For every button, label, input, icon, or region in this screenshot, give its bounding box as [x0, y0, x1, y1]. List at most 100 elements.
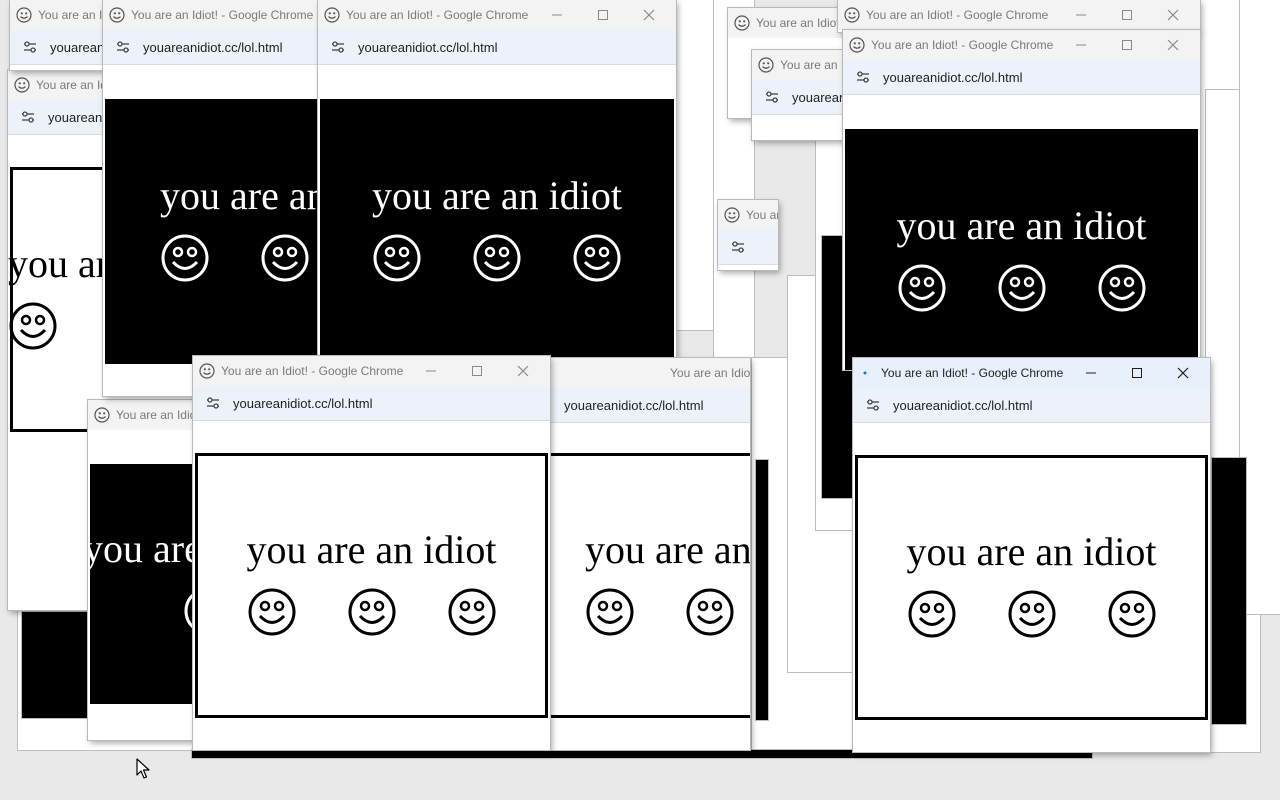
title-bar[interactable]: You are an Idiot! - Google Chrome [752, 50, 852, 80]
url-text: youareanidiot.cc/lol.html [893, 397, 1033, 413]
close-icon [1167, 9, 1179, 21]
title-bar[interactable]: You are an Idiot! - Google Chrome [193, 356, 550, 386]
smiley-icon [199, 363, 215, 379]
maximize-button[interactable] [1104, 0, 1150, 30]
window-controls [1058, 30, 1196, 60]
tune-icon[interactable] [330, 39, 346, 55]
window-title: You are an Idiot! - Google Chrome [871, 38, 1054, 52]
tune-icon[interactable] [730, 239, 746, 255]
smiley-icon [1108, 590, 1155, 638]
close-button[interactable] [1150, 0, 1196, 30]
window-title: You are an Idiot! - Google Chrome [780, 58, 852, 72]
smiley-row [585, 587, 735, 637]
maximize-button[interactable] [1114, 358, 1160, 388]
address-bar[interactable]: youareanidiot.cc/lol.html [843, 60, 1200, 95]
close-icon [1167, 39, 1179, 51]
address-bar[interactable]: youareanidiot.cc/lol.html [318, 30, 676, 65]
page-content: you are an idiot [318, 65, 676, 396]
headline: you are an idiot [585, 527, 750, 572]
maximize-button[interactable] [580, 0, 626, 30]
smiley-icon [724, 207, 740, 223]
close-button[interactable] [1160, 358, 1206, 388]
browser-window[interactable]: You are an Idiot! - Google Chrome [838, 0, 1200, 32]
address-bar[interactable]: youareanidiot.cc/lol.html [853, 388, 1210, 423]
headline: you are an idiot [906, 529, 1157, 574]
title-bar[interactable]: You are an Idiot! - Google Chrome [853, 358, 1210, 388]
mouse-cursor-icon [136, 758, 150, 779]
headline: you are an idiot [246, 527, 497, 572]
smiley-icon [844, 7, 860, 23]
smiley-icon [998, 264, 1045, 312]
tune-icon[interactable] [865, 397, 881, 413]
minimize-button[interactable] [1068, 358, 1114, 388]
smiley-icon [849, 37, 865, 53]
smiley-icon [734, 15, 750, 31]
maximize-button[interactable] [454, 356, 500, 386]
smiley-icon [94, 407, 110, 423]
title-bar[interactable]: You are an Idiot! - Google Chrome [318, 0, 676, 30]
smiley-icon [908, 590, 955, 638]
minimize-button[interactable] [1058, 30, 1104, 60]
title-bar[interactable]: You are an Idiot! - Google Chrome [728, 8, 848, 38]
window-title: You are an Idiot! - Google Chrome [670, 366, 750, 380]
tune-icon[interactable] [22, 39, 38, 55]
address-bar[interactable] [718, 230, 778, 265]
tune-icon[interactable] [764, 89, 780, 105]
minimize-button[interactable] [1058, 0, 1104, 30]
smiley-icon [573, 234, 621, 282]
tune-icon[interactable] [855, 69, 871, 85]
maximize-icon [1122, 10, 1132, 20]
close-button[interactable] [1150, 30, 1196, 60]
window-title: You are an Idiot! - Google Chrome [346, 8, 529, 22]
smiley-row [907, 589, 1157, 639]
window-edge [22, 612, 92, 718]
idiot-panel: you are an idiot [320, 99, 674, 364]
window-controls [408, 356, 546, 386]
browser-window[interactable]: You are an Idiot! - Google Chrome [718, 200, 778, 270]
title-bar[interactable]: You are an Idiot! - Google Chrome [718, 200, 778, 230]
title-bar[interactable]: You are an Idiot! - Google Chrome [843, 30, 1200, 60]
minimize-button[interactable] [408, 356, 454, 386]
address-bar[interactable]: youareanidiot.cc/lol.html [752, 80, 852, 115]
title-bar[interactable]: You are an Idiot! - Google Chrome [838, 0, 1200, 30]
browser-window[interactable]: You are an Idiot! - Google Chrome youare… [843, 30, 1200, 370]
browser-window[interactable]: You are an Idiot! - Google Chrome youare… [752, 50, 852, 140]
tune-icon[interactable] [20, 109, 36, 125]
tune-icon[interactable] [205, 395, 221, 411]
idiot-panel: you are an idiot [855, 455, 1208, 720]
title-bar[interactable]: You are an Idiot! - Google Chrome [520, 358, 750, 388]
address-bar[interactable]: youareanidiot.cc/lol.html [193, 386, 550, 421]
page-content: you are an idiot [853, 423, 1210, 752]
maximize-button[interactable] [1104, 30, 1150, 60]
window-title: You are an Idiot! - Google Chrome [746, 208, 778, 222]
close-button[interactable] [500, 356, 546, 386]
browser-window[interactable]: You are an Idiot! - Google Chrome youare… [853, 358, 1210, 752]
tune-icon[interactable] [115, 39, 131, 55]
window-title: You are an Idiot! - Google Chrome [221, 364, 404, 378]
close-button[interactable] [626, 0, 672, 30]
smiley-icon [161, 234, 209, 282]
url-text: youareanidiot.cc/lol.html [358, 39, 498, 55]
close-icon [517, 365, 529, 377]
url-text: youareanidiot.cc/lol.html [143, 39, 283, 55]
window-controls [1058, 0, 1196, 30]
maximize-icon [1122, 40, 1132, 50]
window-controls [1068, 358, 1206, 388]
minimize-icon [426, 370, 436, 372]
maximize-icon [598, 10, 608, 20]
minimize-button[interactable] [534, 0, 580, 30]
window-title: You are an Idiot! - Google Chrome [756, 16, 848, 30]
minimize-icon [552, 14, 562, 16]
loading-icon [863, 371, 867, 375]
smiley-icon [898, 264, 945, 312]
page-content: you are an idiot [843, 95, 1200, 370]
headline: you are an idiot [372, 173, 622, 218]
smiley-icon [109, 7, 125, 23]
browser-window[interactable]: You are an Idiot! - Google Chrome youare… [318, 0, 676, 396]
address-bar[interactable]: youareanidiot.cc/lol.html [520, 388, 750, 423]
browser-window[interactable]: You are an Idiot! - Google Chrome youare… [520, 358, 750, 750]
browser-window[interactable]: You are an Idiot! - Google Chrome youare… [193, 356, 550, 750]
smiley-icon [324, 7, 340, 23]
idiot-panel: you are an idiot [845, 129, 1198, 370]
smiley-row [372, 233, 622, 283]
